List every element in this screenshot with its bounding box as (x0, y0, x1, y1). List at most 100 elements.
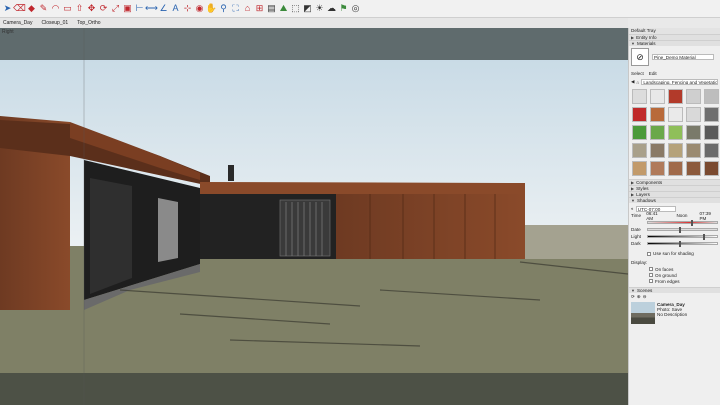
main-toolbar: ➤ ⌫ ◆ ✎ ◠ ▭ ⇧ ✥ ⟳ ⤢ ▣ ⊢ ⟷ ∠ A ⊹ ◉ ✋ ⚲ ⛶ ⌂ ⊞ ▤ ⛰ ⬚ ◩ ☀ ☁ ⚑ ◎ (0, 0, 720, 18)
light-slider-thumb[interactable] (703, 234, 706, 240)
material-swatch-cell[interactable] (650, 143, 665, 158)
text-icon[interactable]: A (170, 3, 181, 15)
tab-select[interactable]: Select (631, 71, 644, 76)
material-swatch-cell[interactable] (668, 107, 683, 122)
material-swatch-cell[interactable] (686, 125, 701, 140)
use-sun-checkbox[interactable] (647, 251, 651, 256)
light-row: Light (629, 233, 720, 240)
material-swatch-cell[interactable] (632, 125, 647, 140)
material-swatch-cell[interactable] (668, 161, 683, 176)
collapse-icon: ▼ (631, 197, 635, 203)
tab-top-ortho[interactable]: Top_Ortho (77, 20, 100, 26)
position-camera-icon[interactable]: ◎ (350, 3, 361, 15)
dark-slider-thumb[interactable] (679, 241, 682, 247)
model-render[interactable] (0, 28, 628, 405)
fog-icon[interactable]: ☁ (326, 3, 337, 15)
tab-edit[interactable]: Edit (649, 71, 657, 76)
material-swatch-cell[interactable] (668, 125, 683, 140)
shadow-toggle-icon[interactable]: ◐ (631, 206, 634, 211)
back-icon[interactable]: ◀ (631, 79, 635, 85)
scale-icon[interactable]: ⤢ (110, 3, 121, 15)
shadow-icon[interactable]: ☀ (314, 3, 325, 15)
material-swatch-cell[interactable] (704, 107, 719, 122)
scene-thumbnail[interactable] (631, 302, 655, 324)
time-noon: Noon (676, 213, 688, 218)
walk-icon[interactable]: ⚑ (338, 3, 349, 15)
tape-icon[interactable]: ⊢ (134, 3, 145, 15)
material-swatch-cell[interactable] (686, 143, 701, 158)
rotate-icon[interactable]: ⟳ (98, 3, 109, 15)
material-swatch-cell[interactable] (632, 107, 647, 122)
on-ground-label: On ground (655, 272, 677, 278)
scene-item[interactable]: Camera_Day Photo: Save No Description (629, 300, 720, 328)
orbit-icon[interactable]: ◉ (194, 3, 205, 15)
model-viewport[interactable]: Right (0, 28, 628, 405)
pushpull-icon[interactable]: ⇧ (74, 3, 85, 15)
material-swatch-cell[interactable] (704, 125, 719, 140)
time-slider-thumb[interactable] (690, 220, 693, 226)
library-bar: ◀ ⌂ Landscaping, Fencing and Vegetation (629, 78, 720, 86)
light-slider[interactable] (647, 234, 718, 240)
material-swatch-cell[interactable] (632, 161, 647, 176)
time-slider-row (629, 219, 720, 226)
arc-icon[interactable]: ◠ (50, 3, 61, 15)
library-dropdown[interactable]: Landscaping, Fencing and Vegetation (641, 79, 718, 85)
material-grid (629, 86, 720, 179)
from-edges-checkbox[interactable] (649, 279, 653, 283)
on-ground-checkbox[interactable] (649, 273, 653, 277)
styles-icon[interactable]: ⬚ (290, 3, 301, 15)
zoom-extents-icon[interactable]: ⛶ (230, 3, 241, 15)
time-label: Time (631, 213, 642, 218)
date-slider[interactable] (647, 227, 718, 233)
material-swatch-cell[interactable] (668, 89, 683, 104)
on-faces-label: On faces (655, 266, 674, 272)
light-label: Light (631, 234, 641, 239)
material-swatch-cell[interactable] (686, 161, 701, 176)
zoom-icon[interactable]: ⚲ (218, 3, 229, 15)
section-icon[interactable]: ◩ (302, 3, 313, 15)
material-swatch-cell[interactable] (650, 161, 665, 176)
ground-shade (0, 373, 628, 405)
warehouse-icon[interactable]: ⌂ (242, 3, 253, 15)
dimension-icon[interactable]: ⟷ (145, 3, 158, 15)
material-swatch-cell[interactable] (686, 89, 701, 104)
material-swatch-cell[interactable] (668, 143, 683, 158)
sandbox-icon[interactable]: ⛰ (278, 3, 289, 15)
tab-closeup-01[interactable]: Closeup_01 (41, 20, 68, 26)
material-swatch-cell[interactable] (650, 89, 665, 104)
material-swatch-cell[interactable] (632, 89, 647, 104)
layout-icon[interactable]: ▤ (266, 3, 277, 15)
time-slider[interactable] (647, 220, 718, 226)
tab-camera-day[interactable]: Camera_Day (3, 20, 32, 26)
date-slider-thumb[interactable] (679, 227, 682, 233)
dark-slider[interactable] (647, 241, 718, 247)
material-swatch-cell[interactable] (632, 143, 647, 158)
material-swatch-cell[interactable] (704, 89, 719, 104)
material-name-field[interactable]: Pine_Demo Material (652, 54, 714, 60)
axes-icon[interactable]: ⊹ (182, 3, 193, 15)
offset-icon[interactable]: ▣ (122, 3, 133, 15)
roof-fascia (200, 182, 525, 194)
material-swatch-cell[interactable] (704, 161, 719, 176)
rectangle-icon[interactable]: ▭ (62, 3, 73, 15)
add-scene-icon[interactable]: ⊕ (637, 294, 641, 300)
home-icon[interactable]: ⌂ (637, 80, 640, 85)
pan-icon[interactable]: ✋ (206, 3, 217, 15)
dark-row: Dark (629, 240, 720, 247)
extension-icon[interactable]: ⊞ (254, 3, 265, 15)
protractor-icon[interactable]: ∠ (158, 3, 169, 15)
pencil-icon[interactable]: ✎ (38, 3, 49, 15)
material-swatch-cell[interactable] (704, 143, 719, 158)
on-faces-checkbox[interactable] (649, 267, 653, 271)
select-icon[interactable]: ➤ (2, 3, 13, 15)
material-swatch[interactable]: ⊘ (631, 48, 649, 66)
material-swatch-cell[interactable] (650, 125, 665, 140)
material-swatch-cell[interactable] (650, 107, 665, 122)
refresh-scene-icon[interactable]: ⟳ (631, 294, 635, 300)
remove-scene-icon[interactable]: ⊖ (643, 294, 647, 300)
paint-icon[interactable]: ◆ (26, 3, 37, 15)
move-icon[interactable]: ✥ (86, 3, 97, 15)
eraser-icon[interactable]: ⌫ (13, 3, 26, 15)
material-swatch-cell[interactable] (686, 107, 701, 122)
section-shadows[interactable]: ▼ Shadows (629, 197, 720, 203)
